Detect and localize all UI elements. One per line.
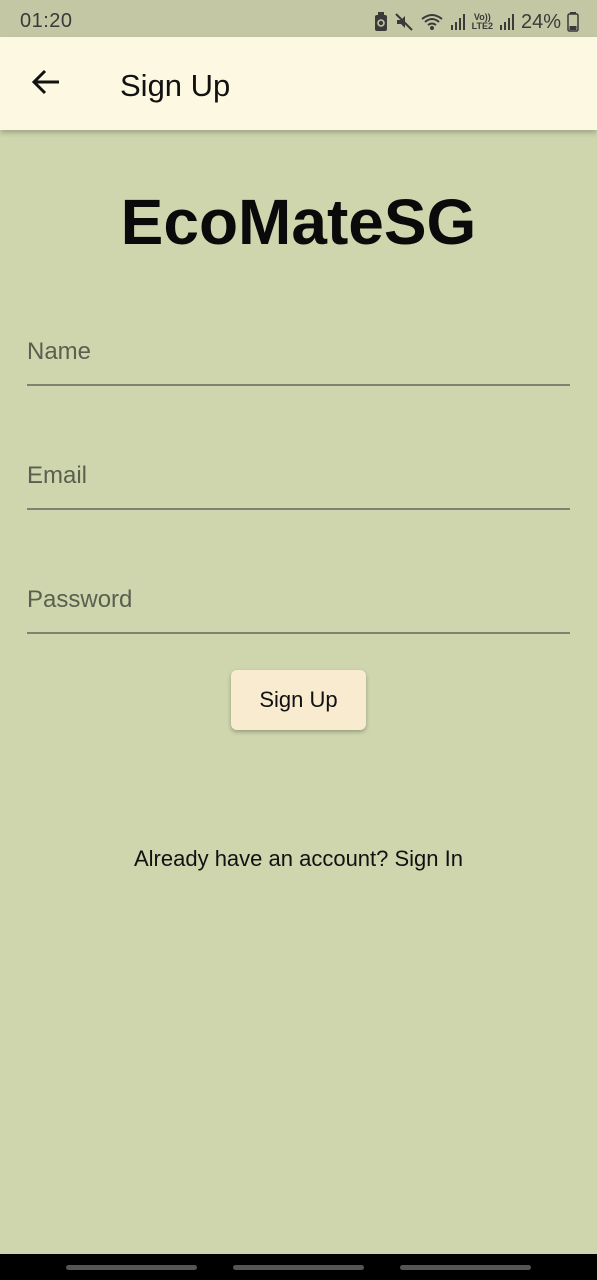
wifi-icon: [420, 12, 444, 32]
name-field[interactable]: [27, 324, 570, 386]
system-navigation-bar: [0, 1254, 597, 1280]
volte-bottom-label: LTE2: [471, 21, 493, 31]
password-field[interactable]: [27, 572, 570, 634]
password-input[interactable]: [27, 582, 570, 618]
signal-icon: [499, 13, 515, 31]
page-title: Sign Up: [120, 68, 231, 103]
arrow-left-icon: [31, 69, 61, 100]
nav-back-handle[interactable]: [400, 1265, 531, 1270]
app-logo-title: EcoMateSG: [120, 186, 477, 258]
sign-in-link[interactable]: Already have an account? Sign In: [0, 846, 597, 872]
back-button[interactable]: [20, 61, 72, 107]
email-field[interactable]: [27, 448, 570, 510]
status-icons: Vo)) LTE2 24%: [374, 8, 579, 36]
nav-home-handle[interactable]: [233, 1265, 364, 1270]
battery-percent: 24%: [520, 10, 561, 33]
battery-icon: [567, 12, 579, 32]
app-bar: Sign Up: [0, 37, 597, 130]
nav-recents-handle[interactable]: [66, 1265, 197, 1270]
mute-icon: [394, 12, 414, 32]
sign-up-button[interactable]: Sign Up: [231, 670, 366, 730]
volte-indicator: Vo)) LTE2: [472, 13, 493, 31]
status-time: 01:20: [20, 10, 73, 32]
battery-saver-icon: [374, 12, 388, 32]
email-input[interactable]: [27, 458, 570, 494]
signal-icon: [450, 13, 466, 31]
name-input[interactable]: [27, 334, 570, 370]
